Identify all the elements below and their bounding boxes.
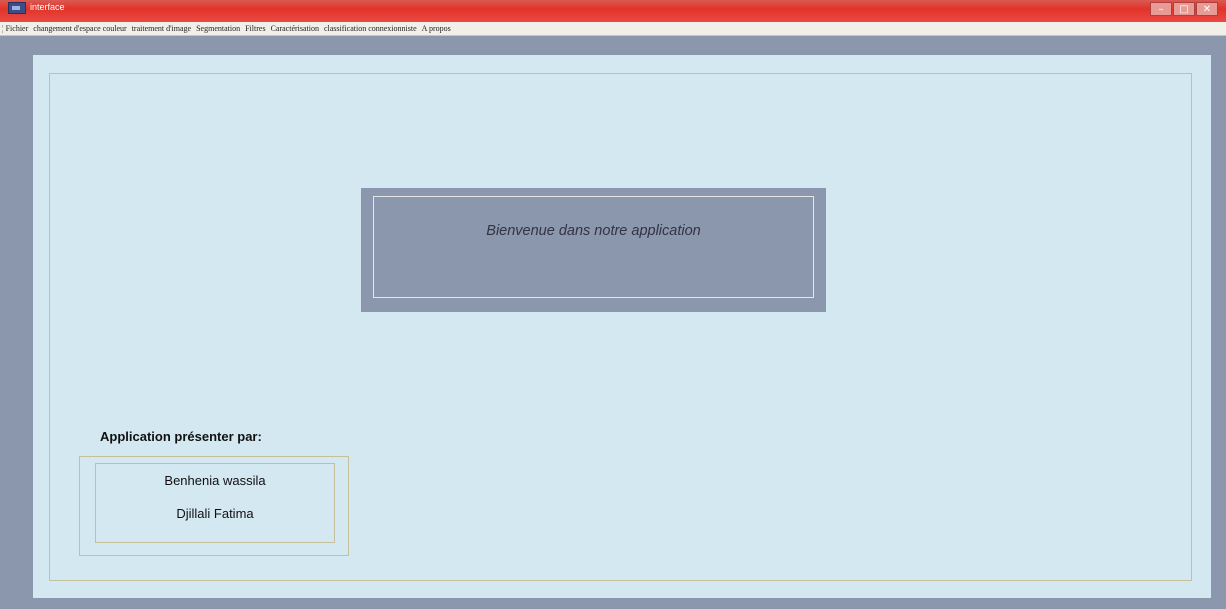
author-name: Djillali Fatima	[176, 506, 254, 521]
window-controls: – □ ✕	[1149, 2, 1218, 16]
menu-caracterisation[interactable]: Caractérisation	[271, 24, 319, 33]
window-title: interface	[30, 2, 65, 12]
authors-frame: Benhenia wassila Djillali Fatima	[79, 456, 349, 556]
minimize-button[interactable]: –	[1150, 2, 1172, 16]
app-icon	[8, 2, 26, 14]
welcome-text: Bienvenue dans notre application	[486, 223, 701, 239]
menu-fichier[interactable]: Fichier	[6, 24, 29, 33]
welcome-inner-frame: Bienvenue dans notre application	[373, 196, 814, 298]
maximize-button[interactable]: □	[1173, 2, 1195, 16]
author-name: Benhenia wassila	[164, 473, 266, 488]
authors-inner-frame: Benhenia wassila Djillali Fatima	[95, 463, 335, 543]
menu-bar: ¦ Fichier changement d'espace couleur tr…	[0, 22, 1226, 36]
menu-changement-espace-couleur[interactable]: changement d'espace couleur	[33, 24, 126, 33]
menu-classification-connexionniste[interactable]: classification connexionniste	[324, 24, 417, 33]
menubar-grip: ¦	[2, 24, 4, 33]
menu-filtres[interactable]: Filtres	[245, 24, 265, 33]
menu-segmentation[interactable]: Segmentation	[196, 24, 240, 33]
menu-a-propos[interactable]: A propos	[422, 24, 451, 33]
welcome-panel: Bienvenue dans notre application	[361, 188, 826, 312]
application-window: interface – □ ✕ ¦ Fichier changement d'e…	[0, 0, 1226, 609]
menu-traitement-image[interactable]: traitement d'image	[132, 24, 191, 33]
close-button[interactable]: ✕	[1196, 2, 1218, 16]
presented-by-label: Application présenter par:	[100, 429, 262, 444]
main-panel: Bienvenue dans notre application Applica…	[33, 55, 1211, 598]
title-bar[interactable]: interface – □ ✕	[0, 0, 1226, 22]
